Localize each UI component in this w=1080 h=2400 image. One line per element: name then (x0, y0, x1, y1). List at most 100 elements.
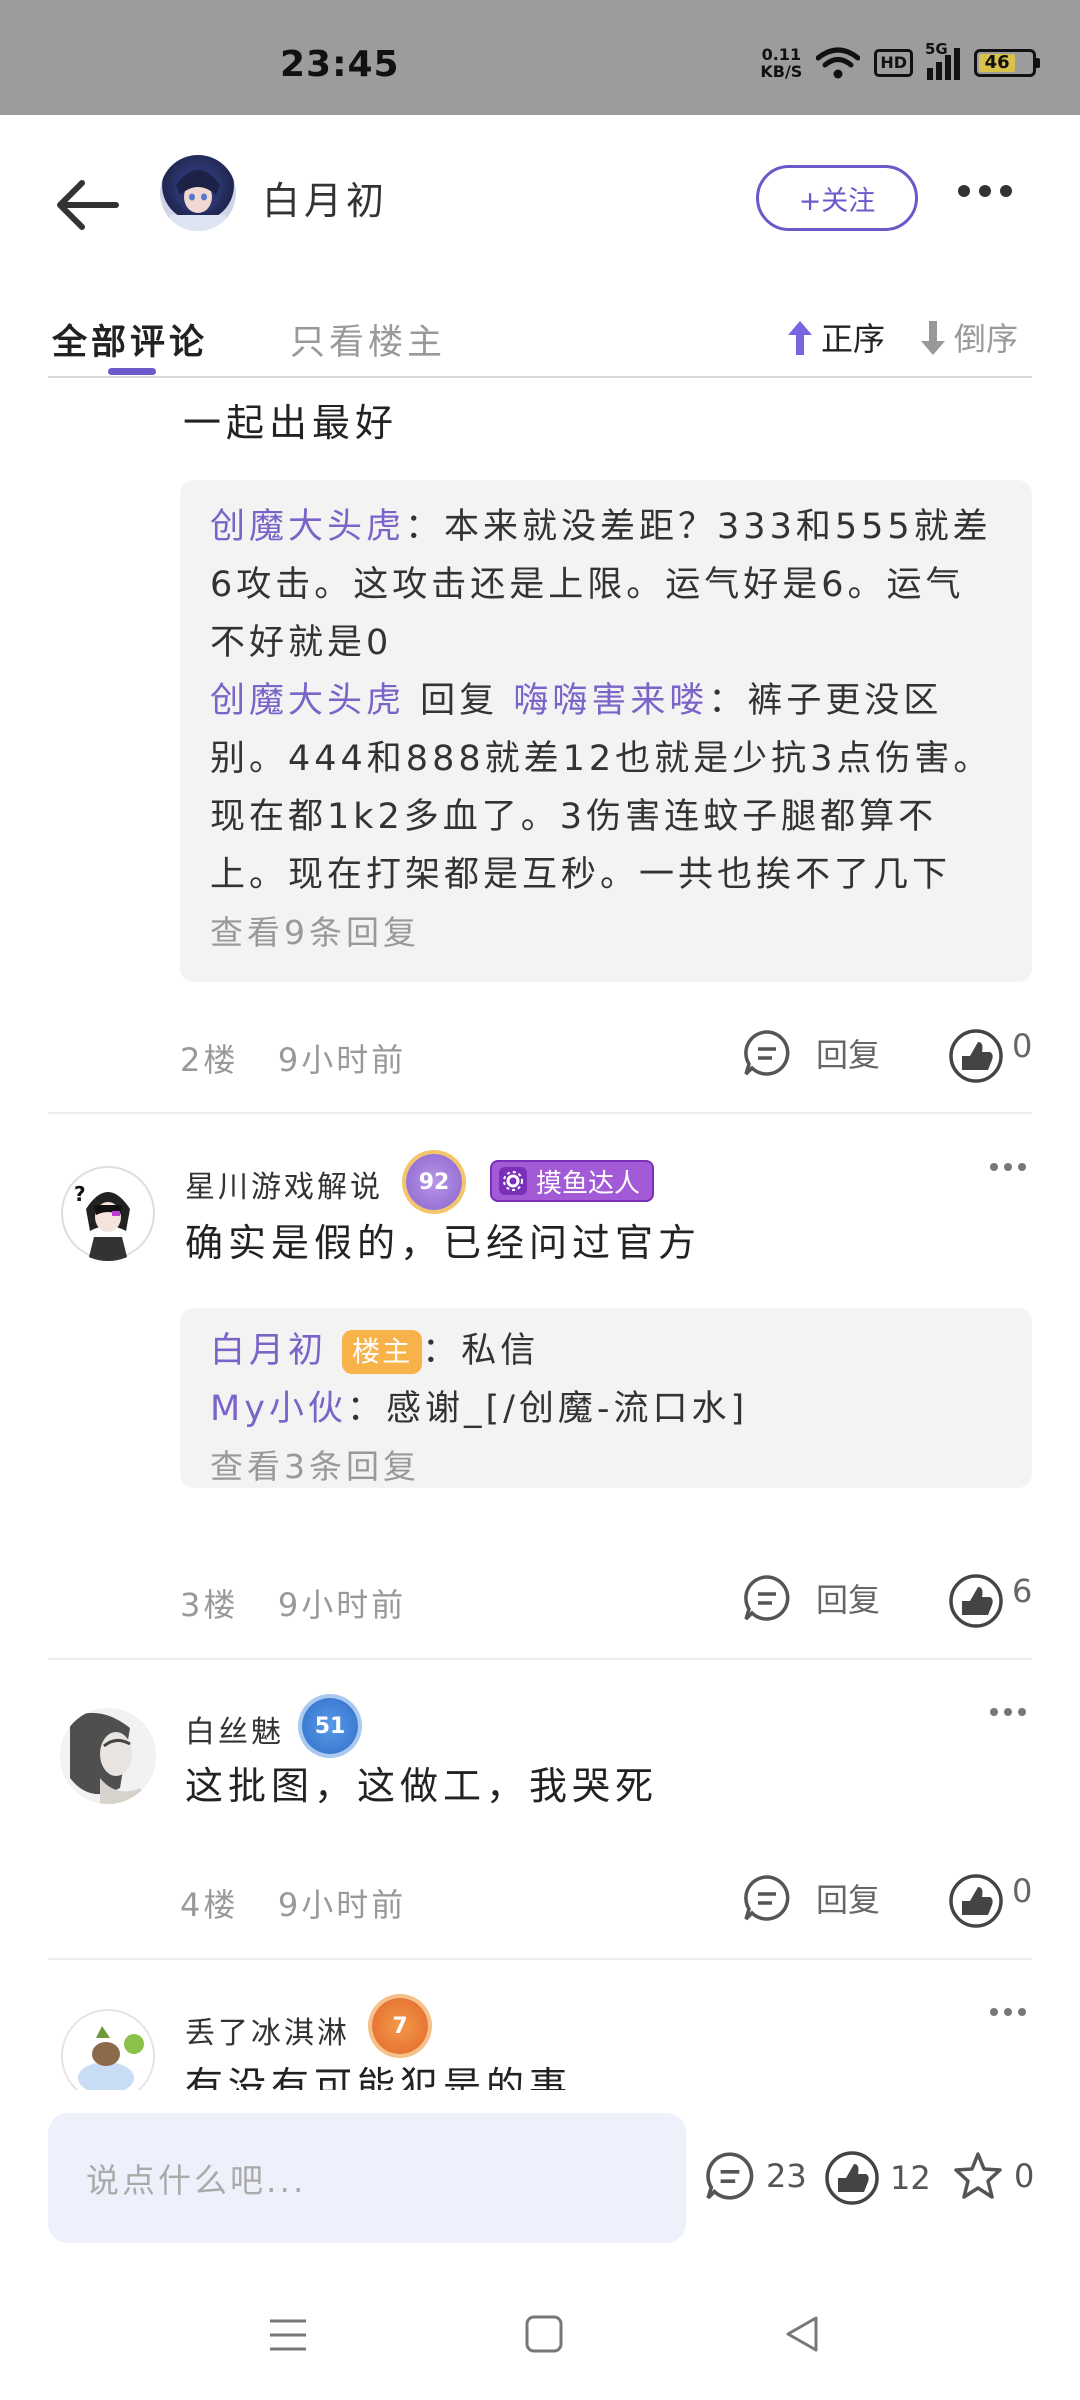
comment-bubble-icon (744, 1875, 790, 1921)
home-icon[interactable] (524, 2314, 564, 2354)
sort-asc-label: 正序 (821, 320, 886, 358)
net-speed-unit: KB/S (760, 62, 803, 81)
comment-more-icon[interactable] (990, 1163, 1026, 1171)
reply-text: 上。现在打架都是互秒。一共也挨不了几下 (210, 855, 952, 895)
title-badge-label: 摸鱼达人 (536, 1168, 641, 1199)
reply-target[interactable]: 嗨嗨害来喽 (513, 681, 708, 721)
reply-author[interactable]: My小伙 (210, 1389, 347, 1429)
favorite-button[interactable]: 0 (952, 2150, 1034, 2202)
comment-time: 9小时前 (277, 1041, 407, 1079)
menu-icon[interactable] (268, 2315, 308, 2355)
user-name[interactable]: 星川游戏解说 (185, 1162, 383, 1206)
back-arrow-icon[interactable] (52, 175, 122, 235)
comment-meta: 2楼 9小时前 (180, 1035, 406, 1081)
author-name[interactable]: 白月初 (262, 170, 388, 225)
star-count: 0 (1014, 2157, 1035, 2195)
reply-separator: ： (708, 681, 748, 721)
comment-input[interactable]: 说点什么吧... (48, 2113, 686, 2243)
comment-count: 23 (766, 2157, 807, 2195)
reply-separator: ： (405, 507, 445, 547)
wifi-icon (816, 47, 861, 79)
comment-count-button[interactable]: 23 (704, 2150, 807, 2202)
like-button[interactable]: 6 (948, 1572, 1032, 1629)
comment-bubble-icon (706, 2152, 754, 2200)
like-count-button[interactable]: 12 (824, 2150, 931, 2206)
network-speed: 0.11 KB/S (760, 46, 802, 80)
user-name[interactable]: 丢了冰淇淋 (185, 2008, 350, 2052)
reply-button[interactable]: 回复 (742, 1873, 880, 1923)
reply-preview-box[interactable]: 创魔大头虎：本来就没差距？333和555就差 6攻击。这攻击还是上限。运气好是6… (180, 480, 1032, 982)
reply-separator: ： (422, 1331, 462, 1371)
reply-text: 别。444和888就差12也就是少抗3点伤害。 (210, 739, 993, 779)
reply-line: 白月初 楼主 ：私信 (210, 1322, 1010, 1380)
comment-more-icon[interactable] (990, 1708, 1026, 1716)
reply-text: 裤子更没区 (747, 681, 943, 721)
reply-button[interactable]: 回复 (742, 1028, 880, 1078)
comment-time: 9小时前 (277, 1586, 407, 1624)
thumbs-up-icon (949, 1874, 1003, 1928)
user-avatar[interactable]: ? (60, 1165, 156, 1261)
like-button[interactable]: 0 (948, 1027, 1032, 1084)
reply-line: My小伙：感谢_[/创魔-流口水] (210, 1380, 1010, 1438)
title-badge: 摸鱼达人 (490, 1160, 655, 1202)
thumbs-up-icon (949, 1029, 1003, 1083)
top-bar: 白月初 +关注 (0, 115, 1080, 280)
sort-desc-label: 倒序 (954, 320, 1019, 358)
reply-button[interactable]: 回复 (742, 1573, 880, 1623)
like-button[interactable]: 0 (948, 1872, 1033, 1929)
comment-more-icon[interactable] (990, 2008, 1026, 2016)
floor-number: 3楼 (180, 1586, 239, 1624)
reply-line: 创魔大头虎：本来就没差距？333和555就差 (210, 498, 1010, 556)
user-name[interactable]: 白丝魅 (185, 1707, 284, 1751)
tab-indicator (108, 368, 156, 375)
comment-divider (48, 1958, 1032, 1960)
comment-text: 确实是假的，已经问过官方 (185, 1221, 702, 1265)
battery-icon: 46 (974, 49, 1040, 77)
follow-button[interactable]: +关注 (756, 165, 918, 231)
view-more-replies-link[interactable]: 查看3条回复 (210, 1438, 1010, 1496)
sort-descending-button[interactable]: 倒序 (918, 314, 1018, 360)
comment-bubble-icon (744, 1030, 790, 1076)
arrow-down-icon (921, 321, 945, 355)
sort-ascending-button[interactable]: 正序 (785, 314, 885, 360)
floor-number: 4楼 (180, 1886, 239, 1924)
status-time: 23:45 (280, 44, 400, 85)
battery-level: 46 (979, 54, 1016, 72)
user-avatar[interactable] (60, 1708, 156, 1804)
comment-divider (48, 1112, 1032, 1114)
back-triangle-icon[interactable] (782, 2314, 822, 2354)
reply-label: 回复 (816, 1881, 881, 1919)
hd-icon: HD (874, 49, 913, 77)
comment-meta: 4楼 9小时前 (180, 1880, 406, 1926)
reply-text: 现在都1k2多血了。3伤害连蚊子腿都算不 (210, 797, 938, 837)
reply-text: 感谢_[/创魔-流口水] (385, 1389, 749, 1429)
like-count: 0 (1012, 1872, 1033, 1910)
thumbs-up-icon (949, 1574, 1003, 1628)
comment-time: 9小时前 (277, 1886, 407, 1924)
level-badge: 92 (406, 1154, 462, 1210)
user-avatar[interactable] (60, 2008, 156, 2090)
more-options-icon[interactable] (958, 185, 1012, 197)
tab-all-comments[interactable]: 全部评论 (52, 314, 208, 365)
reply-author[interactable]: 白月初 (210, 1331, 327, 1371)
reply-label: 回复 (816, 1581, 881, 1619)
view-more-replies-link[interactable]: 查看9条回复 (210, 904, 1010, 962)
comment-list[interactable]: 一起出最好 创魔大头虎：本来就没差距？333和555就差 6攻击。这攻击还是上限… (0, 380, 1080, 2090)
author-avatar[interactable] (160, 155, 236, 231)
level-badge: 7 (372, 1998, 428, 2054)
reply-preview-box[interactable]: 白月初 楼主 ：私信 My小伙：感谢_[/创魔-流口水] 查看3条回复 (180, 1308, 1032, 1488)
reply-verb: 回复 (420, 681, 499, 721)
comment-text: 一起出最好 (183, 401, 399, 445)
tab-divider (48, 376, 1032, 378)
status-bar: 23:45 0.11 KB/S HD 5G 46 (0, 0, 1080, 115)
reply-author[interactable]: 创魔大头虎 (210, 681, 405, 721)
reply-text: 本来就没差距？333和555就差 (444, 507, 992, 547)
comment-tabs: 全部评论 只看楼主 正序 倒序 (0, 300, 1080, 378)
reply-text: 6攻击。这攻击还是上限。运气好是6。运气 (210, 565, 965, 605)
like-count: 12 (890, 2159, 931, 2197)
reply-author[interactable]: 创魔大头虎 (210, 507, 405, 547)
comment-bubble-icon (744, 1575, 790, 1621)
flower-icon (499, 1167, 527, 1195)
comment-text: 这批图，这做工，我哭死 (185, 1764, 659, 1808)
tab-owner-only[interactable]: 只看楼主 (290, 314, 446, 365)
